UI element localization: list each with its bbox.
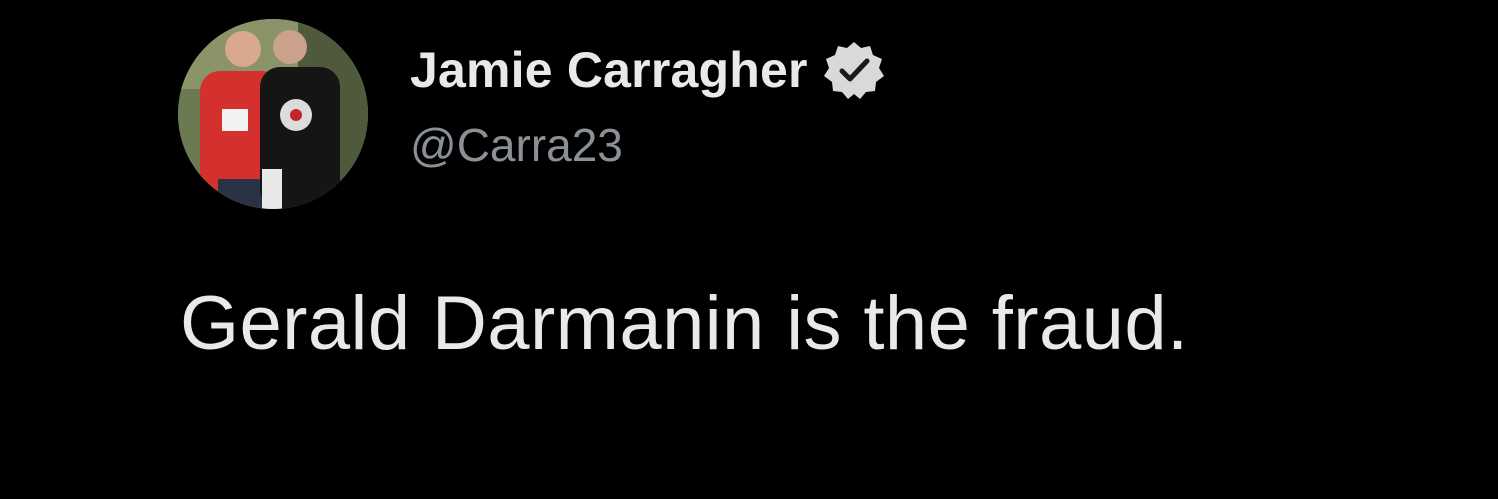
- author-display-name[interactable]: Jamie Carragher: [410, 41, 808, 99]
- author-info: Jamie Carragher @Carra23: [410, 38, 886, 172]
- avatar-photo-icon: [178, 19, 368, 209]
- tweet-text: Gerald Darmanin is the fraud.: [180, 281, 1189, 366]
- author-avatar[interactable]: [178, 19, 368, 209]
- name-row: Jamie Carragher: [410, 38, 886, 102]
- verified-badge-icon: [822, 38, 886, 102]
- author-handle[interactable]: @Carra23: [410, 118, 886, 172]
- tweet-card: Jamie Carragher @Carra23 Gerald Darmanin…: [0, 0, 1498, 499]
